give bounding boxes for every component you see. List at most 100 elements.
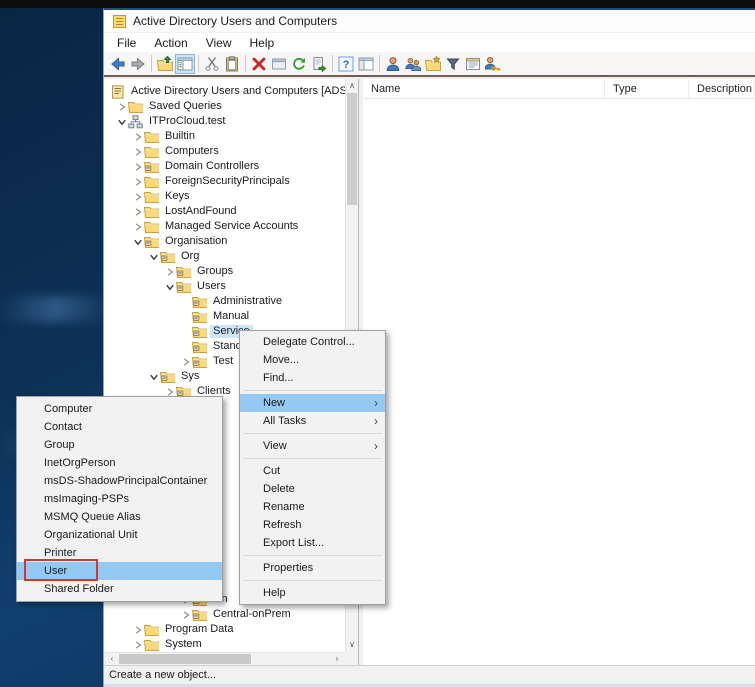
tree-horizontal-scrollbar[interactable]: ‹ › [104,652,345,665]
console-window-button[interactable] [356,54,376,74]
tree-item-label: Manual [210,310,252,323]
tree-item-saved-queries[interactable]: Saved Queries [104,99,345,114]
new-submenu-item-group[interactable]: Group [17,436,222,454]
tree-item-managed-service-accounts[interactable]: Managed Service Accounts [104,219,345,234]
context-menu-item-new[interactable]: New› [240,394,385,412]
help-button[interactable]: ? [336,54,356,74]
chevron-collapsed-icon[interactable] [180,356,192,368]
filter-button[interactable] [443,54,463,74]
menu-help[interactable]: Help [241,36,284,50]
chevron-expanded-icon[interactable] [164,281,176,293]
show-console-tree-button[interactable] [175,54,195,74]
properties-window-button[interactable] [269,54,289,74]
context-menu-item-rename[interactable]: Rename [240,498,385,516]
chevron-collapsed-icon[interactable] [132,176,144,188]
paste-button[interactable] [222,54,242,74]
status-text: Create a new object... [109,669,216,681]
tree-item-lostandfound[interactable]: LostAndFound [104,204,345,219]
up-one-level-button[interactable] [155,54,175,74]
chevron-expanded-icon[interactable] [132,236,144,248]
chevron-collapsed-icon[interactable] [132,131,144,143]
column-header-description[interactable]: Description [689,79,755,98]
chevron-collapsed-icon[interactable] [132,639,144,651]
cut-button[interactable] [202,54,222,74]
up-one-level-icon [157,56,173,72]
context-menu-item-properties[interactable]: Properties [240,559,385,577]
chevron-collapsed-icon[interactable] [132,221,144,233]
title-bar[interactable]: Active Directory Users and Computers [104,10,755,33]
tree-item-system[interactable]: System [104,637,345,652]
new-submenu-item-msds-shadowprincipalcontainer[interactable]: msDS-ShadowPrincipalContainer [17,472,222,490]
refresh-button[interactable] [289,54,309,74]
context-menu-item-delegate-control[interactable]: Delegate Control... [240,333,385,351]
context-menu-item-move[interactable]: Move... [240,351,385,369]
view-options-button[interactable] [463,54,483,74]
delete-button[interactable] [249,54,269,74]
tree-item-organisation[interactable]: Organisation [104,234,345,249]
scroll-down-icon[interactable]: ∨ [346,639,358,651]
vertical-scroll-thumb[interactable] [347,93,357,205]
new-submenu-item-printer[interactable]: Printer [17,544,222,562]
chevron-collapsed-icon[interactable] [132,191,144,203]
chevron-collapsed-icon[interactable] [132,146,144,158]
chevron-expanded-icon[interactable] [148,251,160,263]
menu-action[interactable]: Action [145,36,196,50]
tree-item-users[interactable]: Users [104,279,345,294]
tree-item-itprocloud-test[interactable]: ITProCloud.test [104,114,345,129]
column-header-name[interactable]: Name [363,79,605,98]
chevron-collapsed-icon[interactable] [164,266,176,278]
new-group-button[interactable] [403,54,423,74]
column-header-type[interactable]: Type [605,79,689,98]
scroll-left-icon[interactable]: ‹ [106,653,118,665]
chevron-collapsed-icon[interactable] [180,609,192,621]
tree-item-org[interactable]: Org [104,249,345,264]
export-list-button[interactable] [309,54,329,74]
horizontal-scroll-thumb[interactable] [119,654,251,664]
new-submenu-item-computer[interactable]: Computer [17,400,222,418]
forward-button[interactable] [128,54,148,74]
menu-item-label: Move... [263,354,299,366]
context-menu-item-find[interactable]: Find... [240,369,385,387]
context-menu-item-export-list[interactable]: Export List... [240,534,385,552]
back-button[interactable] [108,54,128,74]
new-submenu-item-contact[interactable]: Contact [17,418,222,436]
context-menu-item-view[interactable]: View› [240,437,385,455]
menu-file[interactable]: File [108,36,145,50]
scroll-up-icon[interactable]: ∧ [346,80,358,92]
chevron-expanded-icon[interactable] [116,116,128,128]
context-menu-item-cut[interactable]: Cut [240,462,385,480]
folder-icon [128,100,143,113]
context-menu-item-delete[interactable]: Delete [240,480,385,498]
tree-item-active-directory-users-and-computers-ads01-itp[interactable]: Active Directory Users and Computers [AD… [104,84,345,99]
new-submenu-item-msmq-queue-alias[interactable]: MSMQ Queue Alias [17,508,222,526]
new-user-button[interactable] [383,54,403,74]
tree-item-domain-controllers[interactable]: Domain Controllers [104,159,345,174]
new-submenu-item-user[interactable]: User [17,562,222,580]
chevron-collapsed-icon[interactable] [116,101,128,113]
chevron-collapsed-icon[interactable] [132,206,144,218]
tree-item-manual[interactable]: Manual [104,309,345,324]
tree-item-central-onprem[interactable]: Central-onPrem [104,607,345,622]
scroll-right-icon[interactable]: › [331,653,343,665]
new-submenu-item-shared-folder[interactable]: Shared Folder [17,580,222,598]
tree-item-computers[interactable]: Computers [104,144,345,159]
tree-item-program-data[interactable]: Program Data [104,622,345,637]
menu-view[interactable]: View [197,36,241,50]
tree-item-groups[interactable]: Groups [104,264,345,279]
chevron-expanded-icon[interactable] [148,371,160,383]
new-org-unit-button[interactable] [423,54,443,74]
chevron-collapsed-icon[interactable] [132,161,144,173]
menu-item-label: Printer [44,547,76,559]
new-submenu-item-msimaging-psps[interactable]: msImaging-PSPs [17,490,222,508]
tree-item-builtin[interactable]: Builtin [104,129,345,144]
chevron-collapsed-icon[interactable] [132,624,144,636]
tree-item-administrative[interactable]: Administrative [104,294,345,309]
tree-item-foreignsecurityprincipals[interactable]: ForeignSecurityPrincipals [104,174,345,189]
new-submenu-item-organizational-unit[interactable]: Organizational Unit [17,526,222,544]
context-menu-item-refresh[interactable]: Refresh [240,516,385,534]
set-permissions-button[interactable] [483,54,503,74]
new-submenu-item-inetorgperson[interactable]: InetOrgPerson [17,454,222,472]
tree-item-keys[interactable]: Keys [104,189,345,204]
context-menu-item-all-tasks[interactable]: All Tasks› [240,412,385,430]
context-menu-item-help[interactable]: Help [240,584,385,602]
